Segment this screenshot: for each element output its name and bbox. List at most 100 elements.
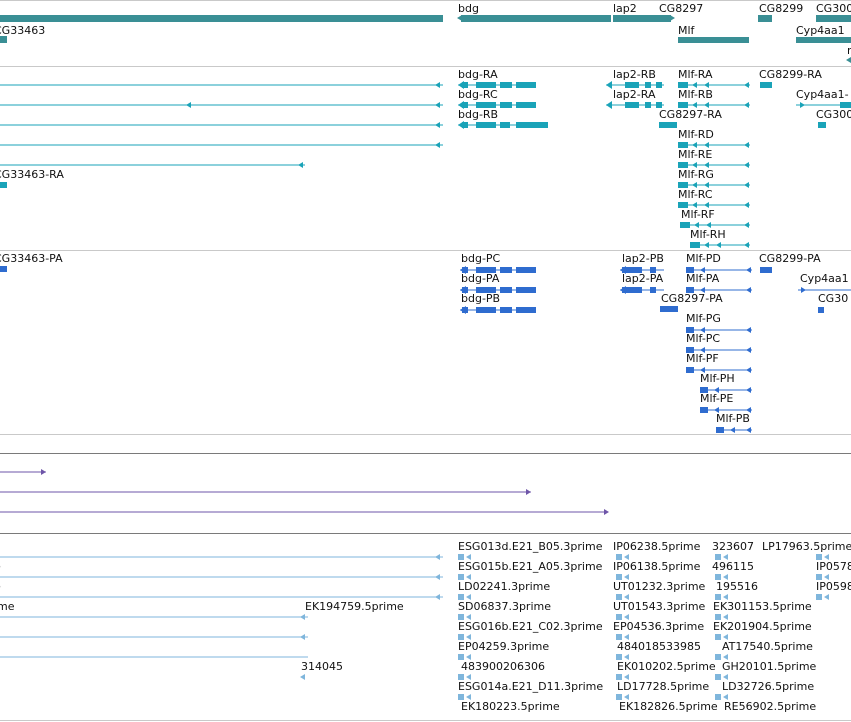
feature-label: Mlf-PF: [686, 352, 719, 365]
exon-block[interactable]: [500, 287, 512, 293]
exon-block[interactable]: [0, 266, 7, 272]
exon-block[interactable]: [818, 122, 826, 128]
exon-block[interactable]: [715, 634, 721, 640]
exon-block[interactable]: [500, 307, 512, 313]
exon-block[interactable]: [516, 122, 548, 128]
exon-block[interactable]: [690, 242, 700, 248]
feature-label: ESG013d.E21_B05.3prime: [458, 540, 603, 553]
strand-arrow: [435, 122, 440, 128]
exon-block[interactable]: [516, 287, 536, 293]
exon-block[interactable]: [516, 307, 536, 313]
exon-block[interactable]: [461, 15, 611, 22]
exon-block[interactable]: [715, 654, 721, 660]
feature-label: Mlf-RF: [681, 208, 715, 221]
feature-label: EK180223.5prime: [461, 700, 560, 713]
feature-label: LD32726.5prime: [722, 680, 814, 693]
exon-block[interactable]: [796, 37, 851, 43]
exon-block[interactable]: [659, 122, 677, 128]
feature-label: EK182826.5prime: [619, 700, 718, 713]
exon-block[interactable]: [0, 182, 7, 188]
exon-block[interactable]: [476, 307, 496, 313]
feature-label: EK010202.5prime: [617, 660, 716, 673]
exon-block[interactable]: [758, 15, 772, 22]
strand-arrow: [801, 287, 806, 293]
feature-label: EP04536.3prime: [613, 620, 704, 633]
feature-label: lap2-RA: [613, 88, 656, 101]
strand-arrow: [526, 489, 531, 495]
strand-arrow: [300, 634, 305, 640]
feature-label: EK301153.5prime: [713, 600, 812, 613]
strand-arrow: [300, 614, 305, 620]
feature-label: Mlf-PD: [686, 252, 721, 265]
feature-label: bdg-PC: [461, 252, 501, 265]
exon-block[interactable]: [818, 307, 824, 313]
feature-label: LD02241.3prime: [458, 580, 550, 593]
feature-label: CG300: [816, 2, 851, 15]
feature-label: bdg-PB: [461, 292, 500, 305]
exon-block[interactable]: [700, 407, 708, 413]
genome-browser: bdg lap2 CG8297 CG8299 CG300 CG33463 Mlf Cyp4aa…: [0, 0, 851, 722]
feature-label: CG8297-PA: [661, 292, 723, 305]
strand-arrow: [746, 287, 751, 293]
feature-label: Mlf-PG: [686, 312, 721, 325]
feature-label: IP0578: [816, 560, 851, 573]
strand-arrow: [746, 367, 751, 373]
strand-arrow: [744, 142, 749, 148]
feature-label: e: [0, 580, 1, 593]
exon-block[interactable]: [0, 36, 7, 43]
exon-block[interactable]: [500, 122, 510, 128]
feature-label: AT17540.5prime: [722, 640, 813, 653]
strand-arrow: [435, 594, 440, 600]
exon-block[interactable]: [500, 267, 512, 273]
exon-block[interactable]: [476, 122, 496, 128]
feature-label: lap2-PA: [622, 272, 664, 285]
exon-block[interactable]: [0, 15, 443, 22]
exon-block[interactable]: [625, 102, 639, 108]
feature-label: CG33463-RA: [0, 168, 64, 181]
exon-block[interactable]: [760, 82, 772, 88]
exon-block[interactable]: [656, 82, 662, 88]
exon-block[interactable]: [500, 102, 512, 108]
exon-block[interactable]: [650, 287, 656, 293]
exon-block[interactable]: [816, 15, 851, 22]
feature-label: lap2: [613, 2, 637, 15]
feature-label: ime: [0, 600, 15, 613]
exon-block[interactable]: [516, 102, 536, 108]
strand-arrow: [716, 242, 721, 248]
exon-block[interactable]: [500, 82, 512, 88]
feature-label: 496115: [712, 560, 754, 573]
exon-block[interactable]: [613, 15, 671, 22]
strand-arrow: [435, 554, 440, 560]
exon-block[interactable]: [816, 594, 822, 600]
strand-arrow: [746, 387, 751, 393]
feature-label: CG33463: [0, 24, 45, 37]
exon-block[interactable]: [516, 82, 536, 88]
exon-block[interactable]: [516, 267, 536, 273]
exon-block[interactable]: [686, 367, 694, 373]
strand-arrow: [744, 202, 749, 208]
exon-block[interactable]: [716, 427, 724, 433]
feature-label: ESG014a.E21_D11.3prime: [458, 680, 603, 693]
exon-block[interactable]: [660, 306, 678, 312]
strand-arrow: [298, 162, 303, 168]
exon-block[interactable]: [645, 102, 651, 108]
feature-label: 314045: [301, 660, 343, 673]
feature-label: lap2-RB: [613, 68, 656, 81]
strand-arrow: [606, 101, 612, 109]
strand-arrow: [746, 347, 751, 353]
strand-arrow: [744, 82, 749, 88]
feature-label: ESG016b.E21_C02.3prime: [458, 620, 603, 633]
feature-label: SD06837.3prime: [458, 600, 551, 613]
strand-arrow: [744, 242, 749, 248]
feature-label: Cyp4aa1: [796, 24, 845, 37]
exon-block[interactable]: [680, 222, 690, 228]
strand-arrow: [435, 574, 440, 580]
feature-label: EK194759.5prime: [305, 600, 404, 613]
exon-block[interactable]: [760, 267, 772, 273]
exon-block[interactable]: [678, 37, 749, 43]
feature-label: CG30: [818, 292, 848, 305]
strand-arrow: [846, 57, 851, 63]
strand-arrow: [41, 469, 46, 475]
feature-label: IP06238.5prime: [613, 540, 701, 553]
exon-block[interactable]: [715, 674, 721, 680]
